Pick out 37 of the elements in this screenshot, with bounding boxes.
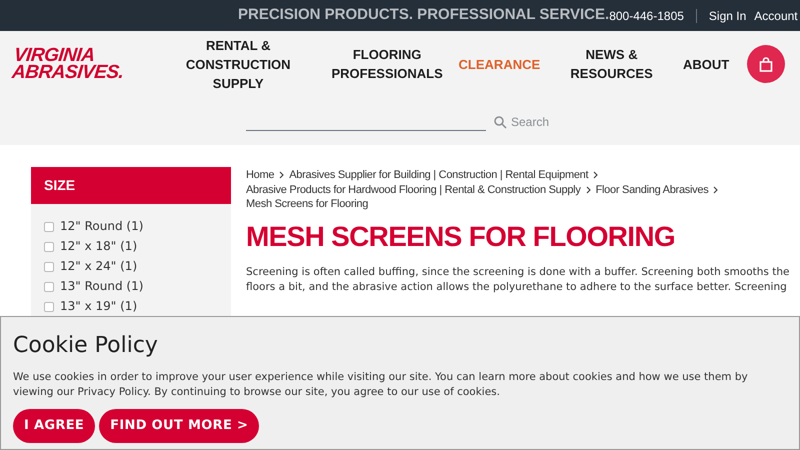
phone-number[interactable]: 800-446-1805 [609, 6, 684, 24]
cookie-button[interactable]: FIND OUT MORE > [99, 409, 260, 443]
checkbox[interactable] [44, 242, 54, 252]
top-link[interactable]: Account [754, 6, 798, 24]
breadcrumb-current[interactable]: Mesh Screens for Flooring [246, 197, 368, 212]
nav-link[interactable]: NEWS & RESOURCES [556, 45, 668, 83]
chevron-icon [713, 186, 718, 194]
filter-option[interactable]: 12" x 18" (1) [60, 239, 138, 254]
cart-button[interactable] [747, 45, 785, 83]
filter-option[interactable]: 13" x 19" (1) [60, 299, 138, 314]
nav-link[interactable]: FLOORING PROFESSIONALS [331, 45, 444, 83]
checkbox[interactable] [44, 262, 54, 272]
cookie-title: Cookie Policy [13, 332, 159, 360]
cookie-button[interactable]: I AGREE [13, 409, 96, 443]
breadcrumb-link[interactable]: Floor Sanding Abrasives [596, 182, 708, 197]
breadcrumb-link[interactable]: Abrasive Products for Hardwood Flooring | Rental & Construction Supply [246, 182, 581, 197]
checkbox[interactable] [44, 302, 54, 312]
tagline: PRECISION PRODUCTS. PROFESSIONAL SERVICE. [238, 5, 610, 26]
checkbox[interactable] [44, 222, 54, 232]
search-field[interactable]: Search [511, 113, 591, 131]
filter-option[interactable]: 12" x 24" (1) [60, 259, 138, 274]
filter-option[interactable]: 13" Round (1) [60, 279, 144, 294]
nav-link[interactable]: ABOUT [683, 54, 730, 74]
search-icon [494, 116, 507, 128]
intro-paragraph: Screening is often called buffing, since the screening is done with a buffer. Screening both smooths the floors a bit, and the abrasive action allows the polyurethane to adhere to the surface better. Screening [246, 264, 790, 294]
filter-title: SIZE [44, 176, 76, 195]
breadcrumb-link[interactable]: Abrasives Supplier for Building | Construction | Rental Equipment [289, 168, 588, 182]
filter-option[interactable]: 12" Round (1) [60, 219, 144, 234]
shopping-bag-icon [759, 56, 773, 72]
cookie-text: We use cookies in order to improve your user experience while visiting our site. You can learn more about cookies and how we use them by viewing our Privacy Policy. By continuing to browse our site, you agree to our use of cookies. [13, 370, 749, 400]
page-title: MESH SCREENS FOR FLOORING [246, 220, 676, 254]
logo[interactable]: VIRGINIA ABRASIVES. [11, 47, 145, 81]
top-link[interactable]: Sign In [708, 6, 746, 24]
chevron-icon [279, 171, 284, 180]
breadcrumb-link[interactable]: Home [246, 168, 274, 182]
checkbox[interactable] [44, 282, 54, 292]
nav-link[interactable]: RENTAL & CONSTRUCTION SUPPLY [160, 36, 316, 92]
